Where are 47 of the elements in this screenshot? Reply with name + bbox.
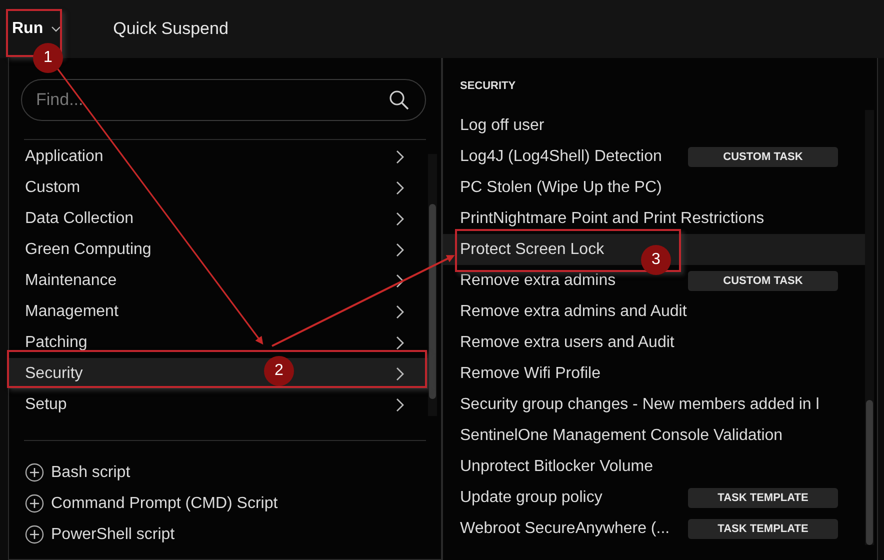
- menu-item[interactable]: Unprotect Bitlocker Volume: [460, 458, 688, 476]
- menu-item[interactable]: Webroot SecureAnywhere (...: [460, 520, 688, 538]
- menu-item[interactable]: Green Computing: [9, 234, 428, 265]
- menu-item[interactable]: Patching: [9, 327, 428, 358]
- chevron-right-icon: [396, 212, 404, 226]
- scrollbar[interactable]: [428, 154, 437, 416]
- menu-item[interactable]: Custom: [9, 172, 428, 203]
- task-type-tag: TASK TEMPLATE: [688, 518, 838, 538]
- chevron-right-icon: [396, 242, 404, 256]
- search-icon: [389, 90, 409, 110]
- menu-item[interactable]: SentinelOne Management Console Validation: [460, 426, 783, 444]
- menu-item[interactable]: Log4J (Log4Shell) Detection: [460, 148, 688, 166]
- menu-item[interactable]: Remove extra users and Audit: [460, 334, 688, 352]
- add-script-item[interactable]: PowerShell script: [25, 519, 441, 550]
- chevron-right-icon: [396, 304, 404, 318]
- plus-circle-icon: [25, 525, 44, 544]
- plus-circle-icon: [25, 494, 44, 513]
- menu-item[interactable]: PrintNightmare Point and Print Restrictions: [460, 210, 764, 228]
- menu-item[interactable]: Remove Wifi Profile: [460, 364, 688, 382]
- task-type-tag: TASK TEMPLATE: [688, 488, 838, 508]
- menu-item[interactable]: Update group policy: [460, 488, 688, 506]
- menu-item[interactable]: Setup: [9, 389, 428, 420]
- task-type-tag: CUSTOM TASK: [688, 270, 838, 290]
- chevron-right-icon: [396, 398, 404, 412]
- caret-icon: [51, 26, 62, 32]
- menu-item[interactable]: Maintenance: [9, 265, 428, 296]
- add-script-item[interactable]: Command Prompt (CMD) Script: [25, 488, 441, 519]
- chevron-right-icon: [396, 150, 404, 164]
- task-type-tag: CUSTOM TASK: [688, 146, 838, 166]
- menu-item[interactable]: Remove extra admins and Audit: [460, 302, 688, 320]
- plus-circle-icon: [25, 463, 44, 482]
- menu-item[interactable]: Data Collection: [9, 203, 428, 234]
- chevron-right-icon: [396, 274, 404, 288]
- search-field[interactable]: Find...: [21, 79, 426, 121]
- chevron-right-icon: [396, 366, 404, 380]
- chevron-right-icon: [396, 336, 404, 350]
- menu-item[interactable]: PC Stolen (Wipe Up the PC): [460, 178, 688, 196]
- menu-item[interactable]: Management: [9, 296, 428, 327]
- run-button[interactable]: Run: [10, 16, 64, 42]
- quick-suspend-button[interactable]: Quick Suspend: [111, 15, 230, 43]
- menu-item[interactable]: Log off user: [460, 116, 688, 134]
- scrollbar[interactable]: [865, 110, 874, 545]
- add-script-item[interactable]: Bash script: [25, 457, 441, 488]
- section-heading: SECURITY: [459, 80, 517, 94]
- menu-item[interactable]: Application: [9, 141, 428, 172]
- menu-item[interactable]: Security group changes - New members added in l: [460, 396, 820, 414]
- chevron-right-icon: [396, 180, 404, 194]
